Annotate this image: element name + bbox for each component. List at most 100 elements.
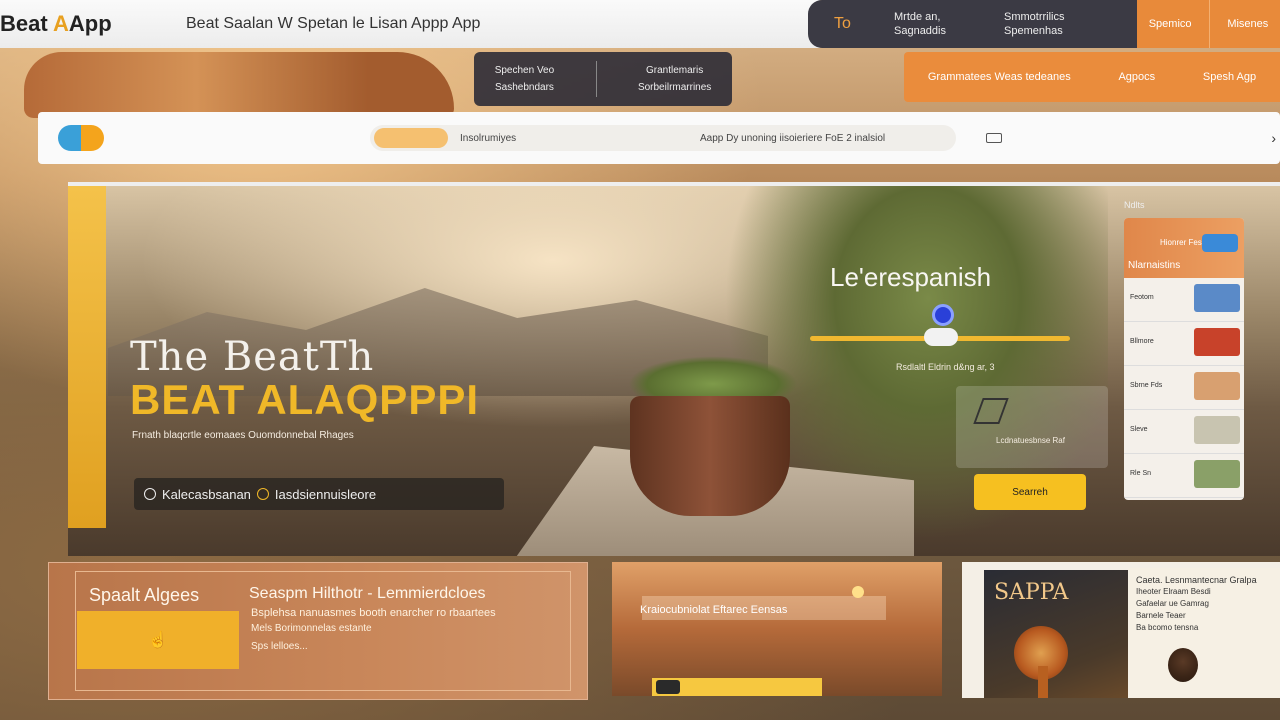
dropdown-item[interactable]: Grantlemaris	[638, 65, 711, 76]
list-item-label: Rle Sn	[1130, 470, 1152, 477]
hero-cta-label: Kalecasbsanan	[162, 486, 251, 502]
search-button[interactable]: Searreh	[974, 474, 1086, 510]
card-line: Sps lelloes...	[251, 641, 308, 652]
card-line: Mels Borimonnelas estante	[251, 623, 372, 634]
close-icon[interactable]: ›	[1271, 130, 1276, 146]
circle-icon	[144, 488, 156, 500]
slider-handle-icon[interactable]	[932, 304, 954, 326]
card-line: Bsplehsa nanuasmes booth enarcher ro rba…	[251, 607, 496, 619]
hero-subtitle: Frnath blaqcrtle eomaaes Ouomdonnebal Rh…	[132, 430, 354, 441]
learn-spanish-title: Le'erespanish	[830, 262, 992, 292]
menu-item[interactable]: Spemenhas	[1004, 25, 1114, 37]
list-item[interactable]: Bllmore	[1124, 322, 1244, 366]
lesson-list-header: Hionrer Fes Nlarnaistins	[1124, 218, 1244, 278]
tab-misenes[interactable]: Misenes	[1221, 18, 1274, 30]
list-item[interactable]: Sbrne Fds	[1124, 366, 1244, 410]
list-item-label: Bllmore	[1130, 338, 1154, 345]
hero-headline: BEAT ALAQPPPI	[130, 376, 480, 423]
feature-card[interactable]: Lcdnatuesbnse Raf	[956, 386, 1108, 468]
lesson-list-caption: Hionrer Fes	[1160, 238, 1202, 247]
tab-divider	[1208, 0, 1210, 48]
app-toggle-icon[interactable]	[58, 125, 104, 151]
nav-item-apps[interactable]: Agpocs	[1118, 71, 1155, 83]
lesson-list-title: Nlarnaistins	[1128, 260, 1181, 271]
recipe-text: Caeta. Lesnmantecnar Gralpa Iheoter Elra…	[1128, 568, 1280, 698]
dropdown-item[interactable]: Sashebndars	[495, 82, 555, 93]
search-filter-pill[interactable]	[374, 128, 448, 148]
dropdown-divider	[595, 61, 597, 97]
logo-suffix: App	[68, 11, 112, 36]
nav-item-spanish-app[interactable]: Spesh Agp	[1203, 71, 1256, 83]
account-panel-label: To	[834, 15, 851, 32]
top-bar: Beat AApp Beat Saalan W Spetan le Lisan …	[0, 0, 820, 48]
recipe-line: Ba bcomo tensna	[1136, 623, 1199, 632]
search-bar-strip: Insolrumiyes Aapp Dy unoning iisoieriere…	[38, 112, 1280, 164]
hero-accent-bar	[68, 186, 106, 528]
list-item[interactable]: Feotom	[1124, 278, 1244, 322]
avatar	[1168, 648, 1198, 682]
rock-formation-image	[24, 52, 454, 118]
card-title: Spaalt Algees	[89, 585, 200, 605]
play-icon[interactable]	[656, 680, 680, 694]
card-cta-button[interactable]: ☝	[77, 611, 239, 669]
list-item[interactable]: Rle Sn	[1124, 454, 1244, 498]
side-card-label: Ndlts	[1124, 200, 1145, 210]
top-tabs: Spemico Misenes	[1137, 0, 1280, 48]
menu-item[interactable]: Mrtde an,	[894, 11, 1004, 23]
feature-card-text: Lcdnatuesbnse Raf	[996, 436, 1065, 445]
recipe-heading: Caeta. Lesnmantecnar Gralpa	[1136, 575, 1257, 585]
circle-icon	[256, 488, 269, 500]
lamp-icon	[852, 586, 864, 598]
recipe-line: Iheoter Elraam Besdi	[1136, 587, 1211, 596]
logo-prefix: Beat	[0, 11, 53, 36]
recipe-line: Gafaelar ue Gamrag	[1136, 599, 1209, 608]
secondary-nav: Grammatees Weas tedeanes Agpocs Spesh Ag…	[904, 52, 1280, 102]
recipe-card[interactable]: SAPPA Caeta. Lesnmantecnar Gralpa Iheote…	[962, 562, 1280, 698]
list-item-label: Feotom	[1130, 294, 1154, 301]
peel-handle-image	[1038, 666, 1048, 698]
account-menu-col-2: Smmotrrilics Spemenhas	[1004, 11, 1114, 37]
dropdown-col-1: Spechen Veo Sashebndars	[495, 65, 555, 93]
recipe-line: Barnele Teaer	[1136, 611, 1186, 620]
list-item-label: Sbrne Fds	[1130, 382, 1163, 389]
flower-pot-image	[630, 396, 790, 516]
nav-item-grammar[interactable]: Grammatees Weas tedeanes	[928, 71, 1071, 83]
hero-title: The BeatTh	[130, 334, 375, 380]
search-input[interactable]: Insolrumiyes Aapp Dy unoning iisoieriere…	[370, 125, 956, 151]
hand-pointer-icon: ☝	[148, 632, 168, 649]
menu-item[interactable]: Sagnaddis	[894, 25, 1004, 37]
tab-spemico[interactable]: Spemico	[1143, 18, 1198, 30]
recipe-title: SAPPA	[994, 580, 1069, 605]
hero-banner: The BeatTh BEAT ALAQPPPI Frnath blaqcrtl…	[68, 182, 1280, 556]
dropdown-item[interactable]: Spechen Veo	[495, 65, 555, 76]
menu-item[interactable]: Smmotrrilics	[1004, 11, 1114, 23]
list-item-label: Sleve	[1130, 426, 1148, 433]
search-button-icon[interactable]	[986, 133, 1002, 143]
list-item[interactable]: Sleve	[1124, 410, 1244, 454]
square-icon	[973, 398, 1009, 424]
thumbnail-image	[1194, 372, 1240, 400]
lesson-list-card: Hionrer Fes Nlarnaistins Feotom Bllmore …	[1124, 218, 1244, 500]
hero-cta-pill[interactable]: Kalecasbsanan Iasdsiennuisleore	[134, 478, 504, 510]
search-hint: Aapp Dy unoning iisoieriere FoE 2 inalsi…	[700, 132, 886, 144]
account-menu-col-1: Mrtde an, Sagnaddis	[894, 11, 1004, 37]
dropdown-col-2: Grantlemaris Sorbeilrmarrines	[638, 65, 711, 93]
phone-icon	[1202, 234, 1238, 252]
logo-accent: A	[52, 11, 69, 36]
spanish-apps-card: Spaalt Algees Seaspm Hilthotr - Lemmierd…	[48, 562, 588, 700]
sunset-card[interactable]: Kraiocubniolat Eftarec Eensas	[612, 562, 942, 696]
slider-thumb[interactable]	[924, 328, 958, 346]
hero-cta-label-2: Iasdsiennuisleore	[274, 486, 377, 502]
thumbnail-image	[1194, 328, 1240, 356]
card-heading: Seaspm Hilthotr - Lemmierdcloes	[249, 585, 486, 602]
account-panel: To Mrtde an, Sagnaddis Smmotrrilics Spem…	[808, 0, 1138, 48]
card-label: Kraiocubniolat Eftarec Eensas	[640, 604, 788, 616]
thumbnail-image	[1194, 416, 1240, 444]
dropdown-item[interactable]: Sorbeilrmarrines	[638, 82, 711, 93]
slider-caption: Rsdlaltl Eldrin d&ng ar, 3	[896, 362, 995, 372]
app-logo[interactable]: Beat AApp	[0, 11, 180, 37]
page-title: Beat Saalan W Spetan le Lisan Appp App	[186, 15, 481, 32]
dropdown-panel: Spechen Veo Sashebndars Grantlemaris Sor…	[474, 52, 732, 106]
thumbnail-image	[1194, 460, 1240, 488]
search-placeholder: Insolrumiyes	[460, 132, 517, 144]
